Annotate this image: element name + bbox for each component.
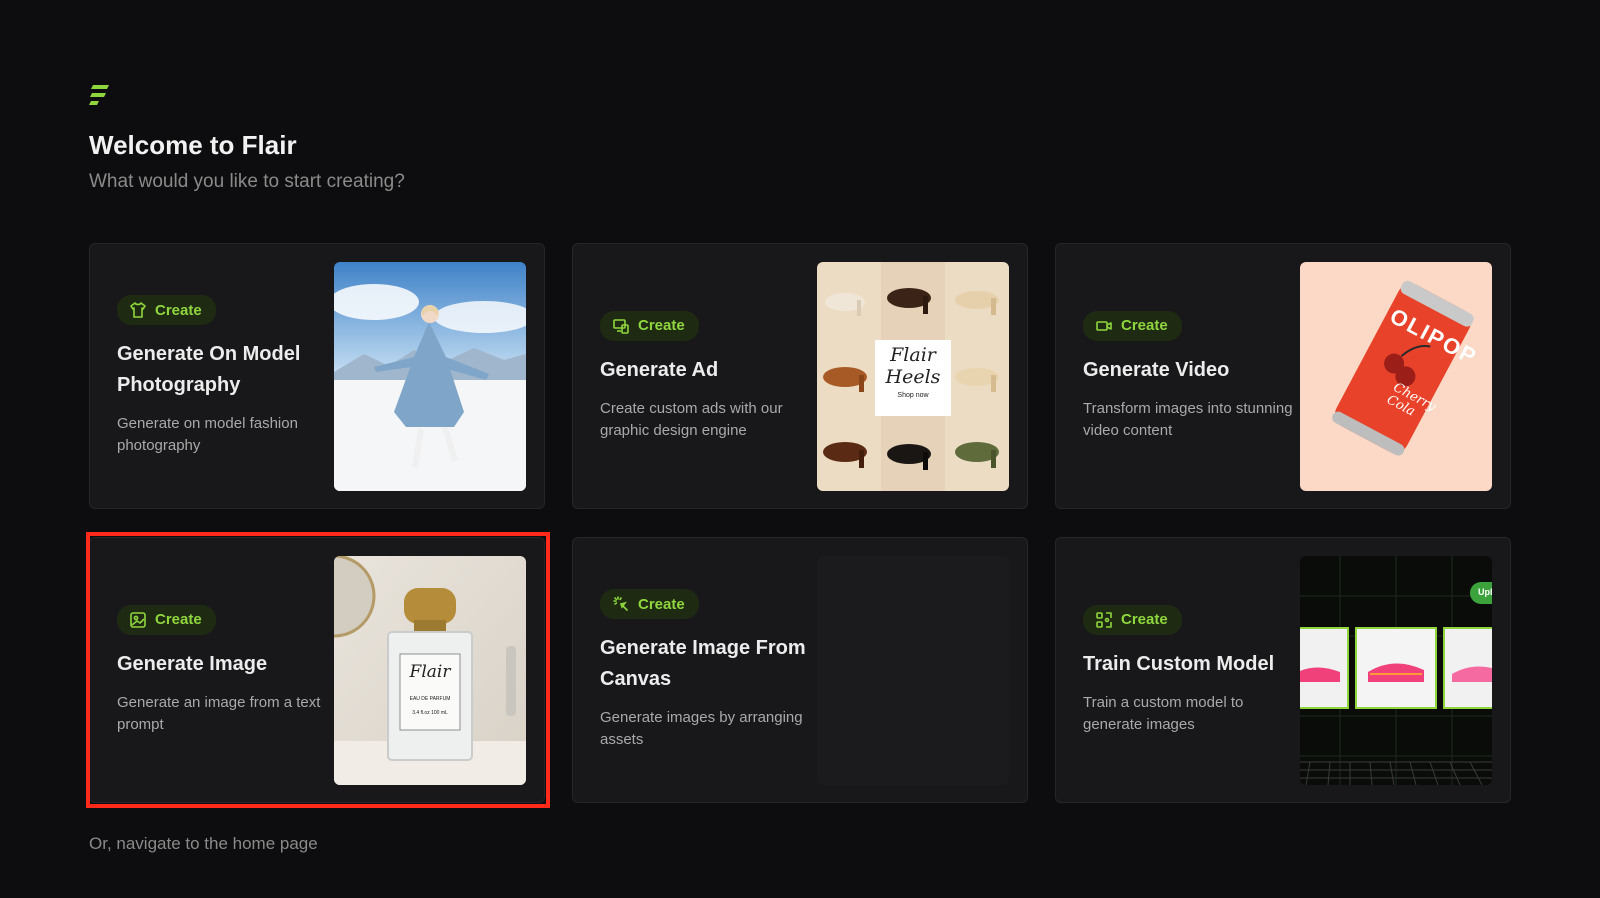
create-options-grid: Create Generate On Model Photography Gen… <box>89 243 1511 803</box>
train-model-icon <box>1096 611 1112 628</box>
card-description: Generate images by arranging assets <box>600 709 803 748</box>
create-badge: Create <box>117 604 216 635</box>
model-photo-thumbnail <box>334 262 526 491</box>
create-badge: Create <box>1083 604 1182 635</box>
card-title: Train Custom Model <box>1083 652 1275 675</box>
flair-logo-icon <box>89 85 109 105</box>
card-generate-video[interactable]: Create Generate Video Transform images i… <box>1055 243 1511 509</box>
create-badge: Create <box>1083 310 1182 341</box>
perfume-brand: Flair <box>409 662 451 682</box>
ad-brand-line2: Heels <box>885 366 941 388</box>
create-badge-label: Create <box>155 611 202 628</box>
heels-ad-thumbnail: Flair Heels Shop now <box>817 262 1009 491</box>
card-description: Generate an image from a text prompt <box>117 693 321 733</box>
card-description: Create custom ads with our graphic desig… <box>600 399 783 439</box>
create-badge-label: Create <box>155 301 202 319</box>
ad-brand-line1: Flair <box>890 344 936 366</box>
create-badge: Create <box>600 589 699 619</box>
soda-can-thumbnail: OLIPOP Cherry Cola <box>1300 262 1492 491</box>
sparkle-click-icon <box>613 596 628 611</box>
card-generate-image-from-canvas[interactable]: Create Generate Image From Canvas Genera… <box>572 537 1028 803</box>
create-badge-label: Create <box>1121 611 1168 628</box>
perfume-thumbnail: Flair EAU DE PARFUM 3.4 fl.oz 100 mL <box>334 556 526 785</box>
upload-tag: Upl <box>1478 587 1492 597</box>
card-title: Generate Ad <box>600 358 719 381</box>
perfume-label: EAU DE PARFUM <box>409 696 451 702</box>
card-generate-image[interactable]: Create Generate Image Generate an image … <box>89 537 545 803</box>
page-subtitle: What would you like to start creating? <box>89 171 405 192</box>
video-camera-icon <box>1096 320 1112 331</box>
canvas-thumbnail-placeholder <box>817 556 1009 785</box>
create-badge-label: Create <box>638 317 685 334</box>
ad-cta: Shop now <box>897 392 929 399</box>
card-description: Transform images into stunning video con… <box>1083 399 1293 439</box>
card-generate-on-model-photography[interactable]: Create Generate On Model Photography Gen… <box>89 243 545 509</box>
ad-screens-icon <box>613 318 629 334</box>
card-title: Generate Video <box>1083 358 1230 381</box>
page-title: Welcome to Flair <box>89 130 297 160</box>
card-title: Generate On Model Photography <box>117 343 301 396</box>
home-page-link[interactable]: Or, navigate to the home page <box>89 834 318 854</box>
card-train-custom-model[interactable]: Create Train Custom Model Train a custom… <box>1055 537 1511 803</box>
image-icon <box>130 611 146 628</box>
shirt-icon <box>130 302 146 318</box>
create-badge: Create <box>600 310 699 341</box>
create-badge-label: Create <box>1121 317 1168 334</box>
card-generate-ad[interactable]: Create Generate Ad Create custom ads wit… <box>572 243 1028 509</box>
create-badge-label: Create <box>638 595 685 613</box>
create-badge: Create <box>117 295 216 325</box>
perfume-size: 3.4 fl.oz 100 mL <box>412 710 448 716</box>
card-title: Generate Image <box>117 652 268 675</box>
training-shoes-thumbnail: Upl <box>1300 556 1492 785</box>
card-title: Generate Image From Canvas <box>600 637 806 690</box>
card-description: Generate on model fashion photography <box>117 415 298 454</box>
welcome-page: Welcome to Flair What would you like to … <box>0 0 1600 898</box>
card-description: Train a custom model to generate images <box>1083 693 1244 733</box>
